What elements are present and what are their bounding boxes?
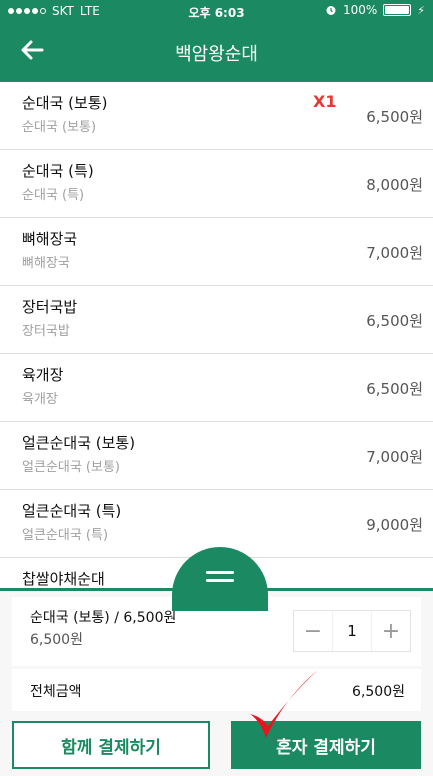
- alarm-icon: [326, 6, 336, 15]
- menu-item[interactable]: 뼈해장국 뼈해장국 7,000원: [0, 218, 433, 286]
- menu-item[interactable]: 순대국 (특) 순대국 (특) 8,000원: [0, 150, 433, 218]
- pay-together-button[interactable]: 함께 결제하기: [12, 721, 210, 769]
- menu-item-name: 얼큰순대국 (보통): [22, 434, 136, 452]
- order-item-title: 순대국 (보통) / 6,500원: [30, 610, 177, 626]
- menu-item-sub: 얼큰순대국 (보통): [22, 460, 120, 475]
- quantity-value: 1: [332, 611, 372, 651]
- menu-item-sub: 뼈해장국: [22, 256, 70, 271]
- menu-item-sub: 순대국 (특): [22, 188, 85, 203]
- status-bar: SKT LTE 오후 6:03 100% ⚡: [0, 0, 433, 22]
- battery-icon: [383, 4, 412, 16]
- menu-item[interactable]: 얼큰순대국 (보통) 얼큰순대국 (보통) 7,000원: [0, 422, 433, 490]
- menu-item-price: 6,500원: [366, 108, 423, 126]
- menu-item-price: 8,000원: [366, 176, 423, 194]
- total-row: 전체금액 6,500원: [12, 669, 421, 711]
- menu-item-sub: 순대국 (보통): [22, 120, 97, 135]
- order-item-price: 6,500원: [30, 632, 83, 648]
- total-label: 전체금액: [30, 684, 82, 700]
- menu-item-name: 찹쌀야채순대: [22, 570, 105, 588]
- cart-panel: 순대국 (보통) / 6,500원 6,500원 − 1 + 전체금액 6,50…: [0, 588, 433, 776]
- increment-button[interactable]: +: [372, 611, 410, 651]
- decrement-button[interactable]: −: [294, 611, 332, 651]
- menu-item-price: 6,500원: [366, 312, 423, 330]
- quantity-stepper: − 1 +: [293, 610, 411, 652]
- menu-item[interactable]: 장터국밥 장터국밥 6,500원: [0, 286, 433, 354]
- page-title: 백암왕순대: [175, 44, 258, 65]
- menu-lines-icon: [206, 579, 234, 582]
- menu-item-price: 7,000원: [366, 244, 423, 262]
- menu-item-sub: 장터국밥: [22, 324, 70, 339]
- menu-item-sub: 육개장: [22, 392, 58, 407]
- quantity-badge: X1: [313, 92, 337, 111]
- pay-alone-button[interactable]: 혼자 결제하기: [231, 721, 421, 769]
- menu-item-price: 7,000원: [366, 448, 423, 466]
- battery-percent: 100%: [342, 3, 378, 17]
- menu-lines-icon: [206, 571, 234, 574]
- menu-item-name: 얼큰순대국 (특): [22, 502, 122, 520]
- menu-item-name: 뼈해장국: [22, 230, 78, 248]
- status-right: 100% ⚡: [325, 3, 425, 17]
- charging-icon: ⚡: [417, 3, 425, 17]
- menu-item-name: 순대국 (특): [22, 162, 94, 180]
- menu-item[interactable]: 육개장 육개장 6,500원: [0, 354, 433, 422]
- menu-item-name: 장터국밥: [22, 298, 78, 316]
- menu-item-name: 순대국 (보통): [22, 94, 108, 112]
- menu-item-sub: 얼큰순대국 (특): [22, 528, 109, 543]
- nav-bar: 백암왕순대: [0, 22, 433, 82]
- menu-item-price: 6,500원: [366, 380, 423, 398]
- menu-list[interactable]: 순대국 (보통) 순대국 (보통) X1 6,500원 순대국 (특) 순대국 …: [0, 82, 433, 592]
- menu-item[interactable]: 순대국 (보통) 순대국 (보통) X1 6,500원: [0, 82, 433, 150]
- total-amount: 6,500원: [352, 684, 405, 700]
- menu-item-price: 9,000원: [366, 516, 423, 534]
- app-header: SKT LTE 오후 6:03 100% ⚡ 백암왕순대: [0, 0, 433, 82]
- menu-item-name: 육개장: [22, 366, 64, 384]
